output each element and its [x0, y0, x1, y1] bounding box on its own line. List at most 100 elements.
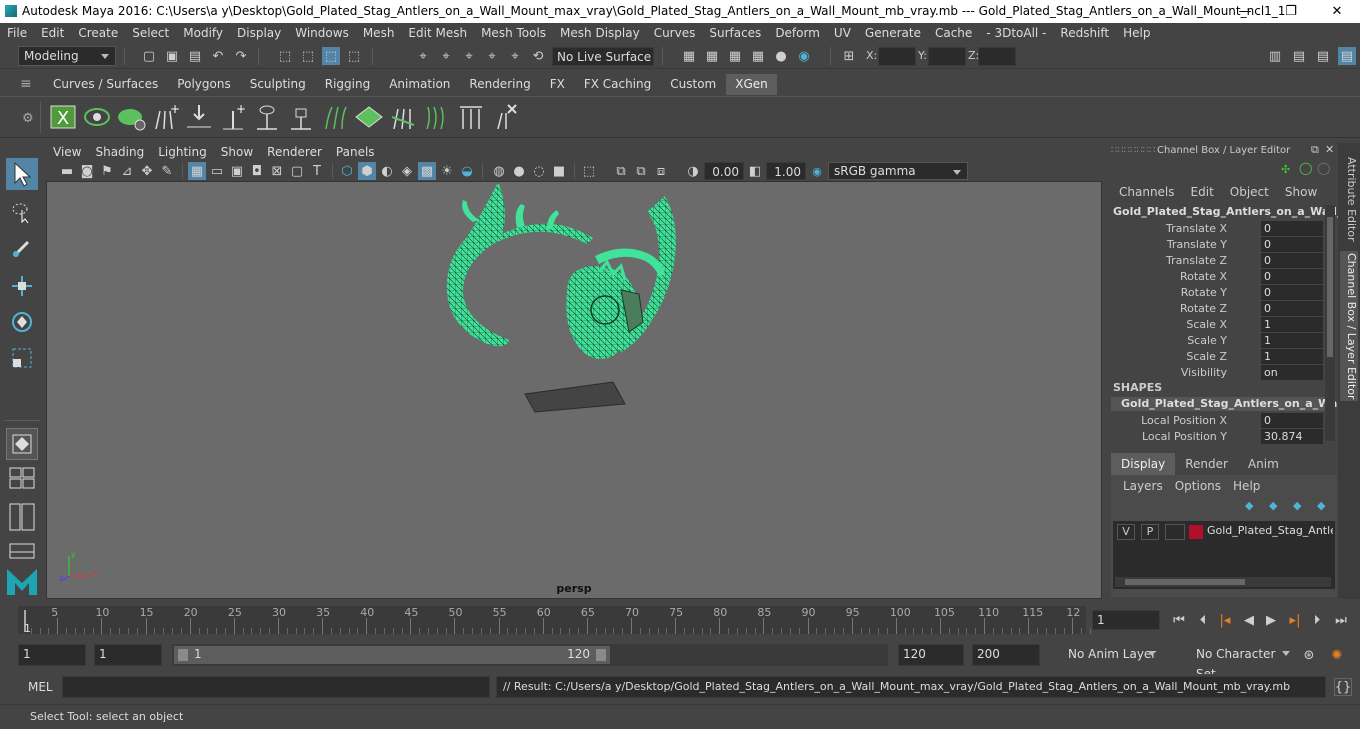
layer-display-type-toggle[interactable]: [1165, 524, 1185, 540]
snap-curve-icon[interactable]: ⌖: [437, 47, 455, 65]
channel-label[interactable]: Translate X: [1166, 221, 1227, 237]
mel-command-input[interactable]: [62, 676, 490, 698]
select-component-icon[interactable]: ⬚: [322, 47, 340, 65]
layer-tab-display[interactable]: Display: [1111, 453, 1176, 475]
shelf-tab-custom[interactable]: Custom: [661, 74, 726, 95]
animation-preferences-icon[interactable]: ✺: [1328, 646, 1346, 664]
render-view-icon[interactable]: ▦: [749, 47, 767, 65]
xgen-guide-visibility-icon[interactable]: [252, 101, 282, 133]
channel-label[interactable]: Rotate Z: [1180, 301, 1227, 317]
xgen-comb-icon[interactable]: [320, 101, 350, 133]
move-layer-up-icon[interactable]: ◆: [1245, 499, 1253, 512]
outliner-layout-icon[interactable]: [6, 502, 38, 532]
go-to-start-icon[interactable]: ⏮: [1170, 611, 1188, 629]
shelf-tab-fx[interactable]: FX: [540, 74, 574, 95]
modeling-toolkit-icon[interactable]: ▤: [1290, 47, 1308, 65]
field-chart-icon[interactable]: ⊠: [268, 162, 286, 180]
single-perspective-layout-icon[interactable]: [6, 428, 38, 460]
channel-value-field[interactable]: 0: [1261, 301, 1323, 316]
channel-box-toggle-icon-b[interactable]: ◯: [1317, 161, 1330, 175]
layer-playback-toggle[interactable]: P: [1141, 524, 1159, 540]
close-panel-icon[interactable]: ✕: [1325, 143, 1334, 156]
shelf-tab-sculpting[interactable]: Sculpting: [240, 74, 315, 95]
range-end-grip-icon[interactable]: [596, 649, 606, 661]
render-frame-icon[interactable]: ▦: [703, 47, 721, 65]
render-settings-icon[interactable]: ▦: [680, 47, 698, 65]
move-layer-down-icon[interactable]: ◆: [1269, 499, 1277, 512]
gate-mask-icon[interactable]: ◘: [248, 162, 266, 180]
channel-label[interactable]: Scale Z: [1186, 349, 1227, 365]
select-camera-icon[interactable]: ▬: [58, 162, 76, 180]
use-all-lights-icon[interactable]: ▩: [418, 162, 436, 180]
live-surface-field[interactable]: No Live Surface: [552, 47, 654, 66]
workspace-icon[interactable]: ▥: [1266, 47, 1284, 65]
timeline-layout-icon[interactable]: [6, 542, 38, 560]
viewport-menu-lighting[interactable]: Lighting: [151, 145, 214, 159]
xgen-lock-guide-icon[interactable]: [286, 101, 316, 133]
channel-box-toggle-icon[interactable]: ▤: [1338, 47, 1356, 65]
lasso-tool-icon[interactable]: [6, 196, 38, 228]
x-input[interactable]: [878, 47, 916, 66]
attribute-editor-toggle-icon[interactable]: ▤: [1314, 47, 1332, 65]
menu-help[interactable]: Help: [1116, 26, 1157, 40]
xray-icon[interactable]: ⬚: [580, 162, 598, 180]
wireframe-on-shaded-icon[interactable]: ◐: [378, 162, 396, 180]
make-live-icon[interactable]: ⟲: [529, 47, 547, 65]
channel-value-field[interactable]: 1: [1261, 349, 1323, 364]
save-scene-icon[interactable]: ▤: [186, 47, 204, 65]
character-set-dropdown[interactable]: No Character Set: [1176, 644, 1296, 681]
layer-visibility-toggle[interactable]: V: [1117, 524, 1135, 540]
xray-joints-icon[interactable]: ⧉: [612, 162, 630, 180]
menu-cache[interactable]: Cache: [928, 26, 979, 40]
layer-color-swatch[interactable]: [1189, 525, 1203, 539]
channel-box-scrollbar[interactable]: [1325, 205, 1335, 441]
color-space-dropdown[interactable]: sRGB gamma: [828, 162, 968, 180]
go-to-end-icon[interactable]: ⏭: [1332, 611, 1350, 629]
snap-view-icon[interactable]: ⌖: [483, 47, 501, 65]
menu-select[interactable]: Select: [125, 26, 176, 40]
shelf-tab-rendering[interactable]: Rendering: [460, 74, 540, 95]
layer-tab-render[interactable]: Render: [1175, 453, 1238, 475]
move-tool-icon[interactable]: [6, 270, 38, 302]
open-scene-icon[interactable]: ▣: [163, 47, 181, 65]
menu-display[interactable]: Display: [230, 26, 288, 40]
channel-label[interactable]: Scale X: [1186, 317, 1227, 333]
layer-list-scrollbar[interactable]: [1115, 577, 1331, 587]
shelf-tab-polygons[interactable]: Polygons: [168, 74, 240, 95]
gamma-input[interactable]: 1.00: [766, 162, 806, 180]
select-tool-icon[interactable]: [6, 158, 38, 190]
select-object-icon[interactable]: ⬚: [299, 47, 317, 65]
exposure-input[interactable]: 0.00: [704, 162, 744, 180]
channel-value-field[interactable]: 0: [1261, 253, 1323, 268]
menu-modify[interactable]: Modify: [176, 26, 230, 40]
menu-set-dropdown[interactable]: Modeling: [18, 46, 116, 66]
select-multi-icon[interactable]: ⬚: [345, 47, 363, 65]
channel-label[interactable]: Rotate Y: [1181, 285, 1227, 301]
step-back-key-icon[interactable]: |◂: [1216, 611, 1234, 629]
channel-value-field[interactable]: 0: [1261, 285, 1323, 300]
channel-row[interactable]: Local Position Y 30.874: [1105, 429, 1337, 445]
step-back-frame-icon[interactable]: ⏴: [1194, 611, 1212, 629]
channel-row[interactable]: Translate X 0: [1105, 221, 1337, 237]
resolution-gate-icon[interactable]: ▣: [228, 162, 246, 180]
channel-row[interactable]: Rotate Z 0: [1105, 301, 1337, 317]
anim-layer-dropdown[interactable]: No Anim Layer: [1046, 644, 1162, 666]
channel-label[interactable]: Translate Y: [1167, 237, 1227, 253]
step-forward-key-icon[interactable]: ▸|: [1286, 611, 1304, 629]
channel-value-field[interactable]: 0: [1261, 413, 1323, 428]
viewport-menu-show[interactable]: Show: [214, 145, 260, 159]
hypershade-icon[interactable]: ●: [772, 47, 790, 65]
screen-space-ao-icon[interactable]: ◒: [458, 162, 476, 180]
shelf-tab-fx-caching[interactable]: FX Caching: [574, 74, 661, 95]
xgen-create-description-icon[interactable]: X: [48, 101, 78, 133]
playback-end-field[interactable]: 120: [898, 644, 964, 666]
menu-create[interactable]: Create: [71, 26, 125, 40]
minimize-button[interactable]: —: [1222, 0, 1268, 23]
shape-node-name[interactable]: Gold_Plated_Stag_Antlers_on_a_Wal...: [1111, 397, 1354, 411]
exposure-icon[interactable]: ◑: [684, 162, 702, 180]
channel-label[interactable]: Translate Z: [1166, 253, 1227, 269]
menu-mesh-tools[interactable]: Mesh Tools: [474, 26, 553, 40]
menu-curves[interactable]: Curves: [647, 26, 703, 40]
animation-start-field[interactable]: 1: [18, 644, 86, 666]
menu-redshift[interactable]: Redshift: [1053, 26, 1116, 40]
